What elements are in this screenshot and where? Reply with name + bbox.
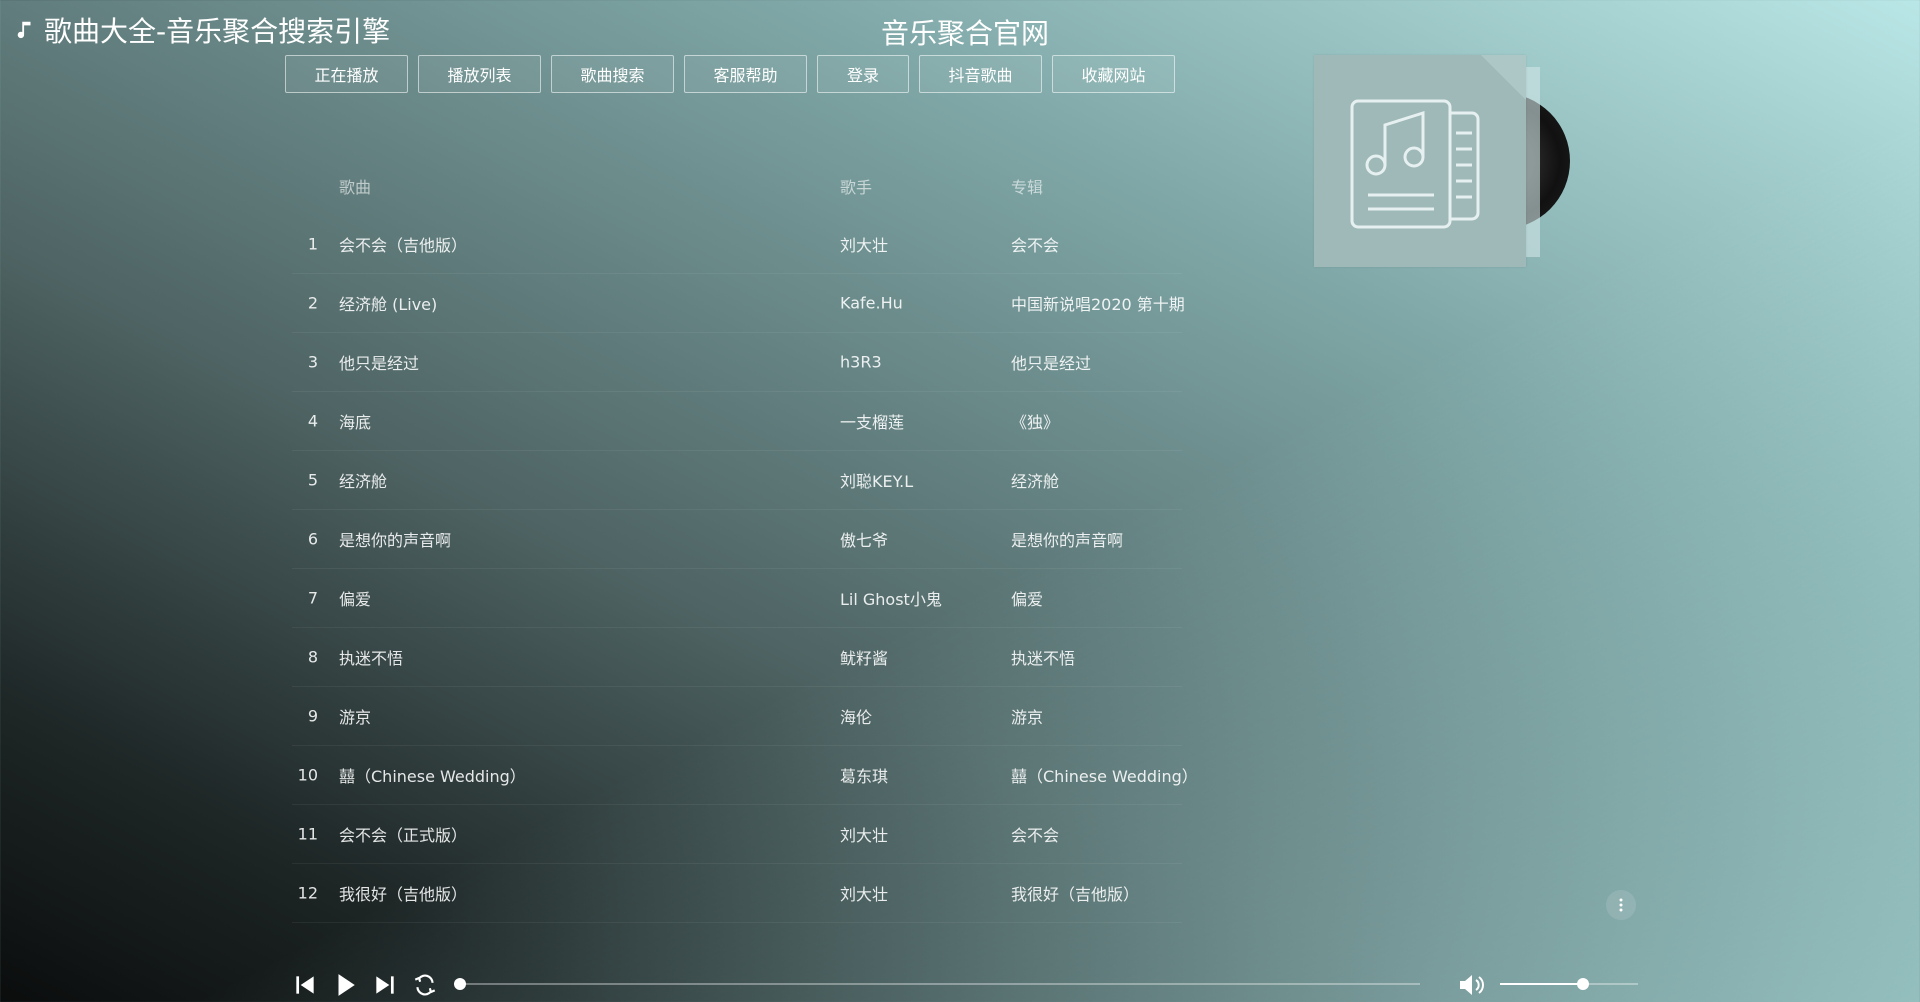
volume-fill (1500, 983, 1583, 985)
table-row[interactable]: 7 偏爱 Lil Ghost小鬼 偏爱 (292, 569, 1182, 628)
row-song[interactable]: 他只是经过 (339, 350, 419, 374)
site-title-text: 歌曲大全-音乐聚合搜索引擎 (44, 15, 391, 48)
row-number: 6 (307, 529, 318, 549)
row-artist[interactable]: Lil Ghost小鬼 (840, 586, 942, 610)
row-number: 7 (307, 588, 318, 608)
row-album[interactable]: 他只是经过 (1011, 350, 1091, 374)
nav-douyin-songs-button[interactable]: 抖音歌曲 (919, 55, 1042, 93)
row-number: 5 (307, 470, 318, 490)
nav-login-button[interactable]: 登录 (817, 55, 909, 93)
row-album[interactable]: 经济舱 (1011, 468, 1059, 492)
row-song[interactable]: 我很好（吉他版） (339, 881, 467, 905)
row-number: 1 (307, 234, 318, 254)
next-button[interactable] (370, 970, 400, 1000)
site-title[interactable]: 歌曲大全-音乐聚合搜索引擎 (14, 10, 390, 50)
row-artist[interactable]: 刘大壮 (840, 822, 888, 846)
row-number: 11 (297, 824, 318, 844)
header-artist: 歌手 (840, 178, 873, 197)
row-artist[interactable]: h3R3 (840, 353, 882, 372)
header-album: 专辑 (1011, 178, 1044, 197)
row-artist[interactable]: Kafe.Hu (840, 294, 903, 313)
row-album[interactable]: 偏爱 (1011, 586, 1043, 610)
row-song[interactable]: 执迷不悟 (339, 645, 403, 669)
row-number: 2 (307, 293, 318, 313)
progress-slider[interactable] (454, 978, 1420, 990)
row-song[interactable]: 囍（Chinese Wedding） (339, 763, 526, 787)
loop-button[interactable] (410, 970, 440, 1000)
nav-help-button[interactable]: 客服帮助 (684, 55, 807, 93)
row-artist[interactable]: 刘大壮 (840, 881, 888, 905)
song-table: 歌曲 歌手 专辑 1 会不会（吉他版） 刘大壮 会不会 2 经济舱 (Live) Kafe.… (292, 157, 1198, 923)
row-song[interactable]: 会不会（吉他版） (339, 232, 467, 256)
loop-icon (414, 974, 436, 996)
table-row[interactable]: 11 会不会（正式版） 刘大壮 会不会 (292, 805, 1182, 864)
table-row[interactable]: 5 经济舱 刘聪KEY.L 经济舱 (292, 451, 1182, 510)
row-song[interactable]: 偏爱 (339, 586, 371, 610)
row-artist[interactable]: 鱿籽酱 (840, 645, 888, 669)
row-artist[interactable]: 刘大壮 (840, 232, 888, 256)
skip-next-icon (376, 976, 394, 994)
table-row[interactable]: 2 经济舱 (Live) Kafe.Hu 中国新说唱2020 第十期 (292, 274, 1185, 333)
music-note-icon (17, 21, 31, 39)
table-row[interactable]: 3 他只是经过 h3R3 他只是经过 (292, 333, 1182, 392)
row-artist[interactable]: 海伦 (840, 704, 872, 728)
row-song[interactable]: 是想你的声音啊 (339, 527, 451, 551)
row-artist[interactable]: 一支榴莲 (840, 409, 904, 433)
skip-previous-icon (296, 976, 314, 994)
row-number: 12 (297, 883, 318, 903)
table-row[interactable]: 4 海底 一支榴莲 《独》 (292, 392, 1182, 451)
album-cover (1314, 55, 1526, 267)
table-row[interactable]: 8 执迷不悟 鱿籽酱 执迷不悟 (292, 628, 1182, 687)
row-album[interactable]: 执迷不悟 (1011, 645, 1075, 669)
music-document-icon (1350, 99, 1480, 229)
row-song[interactable]: 会不会（正式版） (339, 822, 467, 846)
nav-song-search-button[interactable]: 歌曲搜索 (551, 55, 674, 93)
volume-icon (1460, 975, 1484, 995)
row-album[interactable]: 会不会 (1011, 232, 1059, 256)
volume-knob[interactable] (1576, 978, 1589, 990)
row-album[interactable]: 中国新说唱2020 第十期 (1011, 291, 1185, 315)
row-album[interactable]: 游京 (1011, 704, 1043, 728)
row-artist[interactable]: 刘聪KEY.L (840, 468, 913, 492)
volume-button[interactable] (1455, 970, 1487, 1000)
row-song[interactable]: 游京 (339, 704, 371, 728)
album-art (1314, 55, 1570, 267)
table-row[interactable]: 12 我很好（吉他版） 刘大壮 我很好（吉他版） (292, 864, 1182, 923)
more-vertical-icon (1619, 898, 1623, 912)
volume-slider[interactable] (1500, 978, 1638, 990)
table-row[interactable]: 9 游京 海伦 游京 (292, 687, 1182, 746)
more-button[interactable] (1606, 890, 1636, 920)
row-album[interactable]: 会不会 (1011, 822, 1059, 846)
table-row[interactable]: 1 会不会（吉他版） 刘大壮 会不会 (292, 215, 1182, 274)
progress-knob[interactable] (454, 978, 466, 990)
player-bar (290, 970, 1640, 1000)
nav-now-playing-button[interactable]: 正在播放 (285, 55, 408, 93)
row-song[interactable]: 经济舱 (Live) (339, 291, 437, 315)
row-album[interactable]: 我很好（吉他版） (1011, 881, 1139, 905)
row-number: 3 (307, 352, 318, 372)
sleeve-edge (1526, 67, 1540, 257)
row-number: 4 (307, 411, 318, 431)
table-header: 歌曲 歌手 专辑 (292, 157, 1182, 215)
row-number: 8 (307, 647, 318, 667)
row-artist[interactable]: 傲七爷 (840, 527, 888, 551)
play-icon (338, 974, 355, 996)
row-artist[interactable]: 葛东琪 (840, 763, 888, 787)
nav-playlist-button[interactable]: 播放列表 (418, 55, 541, 93)
top-nav: 正在播放 播放列表 歌曲搜索 客服帮助 登录 抖音歌曲 收藏网站 (285, 55, 1175, 93)
row-album[interactable]: 是想你的声音啊 (1011, 527, 1123, 551)
row-number: 9 (307, 706, 318, 726)
play-button[interactable] (330, 970, 360, 1000)
row-album[interactable]: 《独》 (1011, 409, 1059, 433)
table-row[interactable]: 10 囍（Chinese Wedding） 葛东琪 囍（Chinese Wedding… (292, 746, 1198, 805)
nav-bookmark-button[interactable]: 收藏网站 (1052, 55, 1175, 93)
prev-button[interactable] (290, 970, 320, 1000)
table-row[interactable]: 6 是想你的声音啊 傲七爷 是想你的声音啊 (292, 510, 1182, 569)
row-song[interactable]: 经济舱 (339, 468, 387, 492)
row-album[interactable]: 囍（Chinese Wedding） (1011, 763, 1198, 787)
row-song[interactable]: 海底 (339, 409, 371, 433)
header-song: 歌曲 (339, 178, 372, 197)
row-number: 10 (297, 765, 318, 785)
